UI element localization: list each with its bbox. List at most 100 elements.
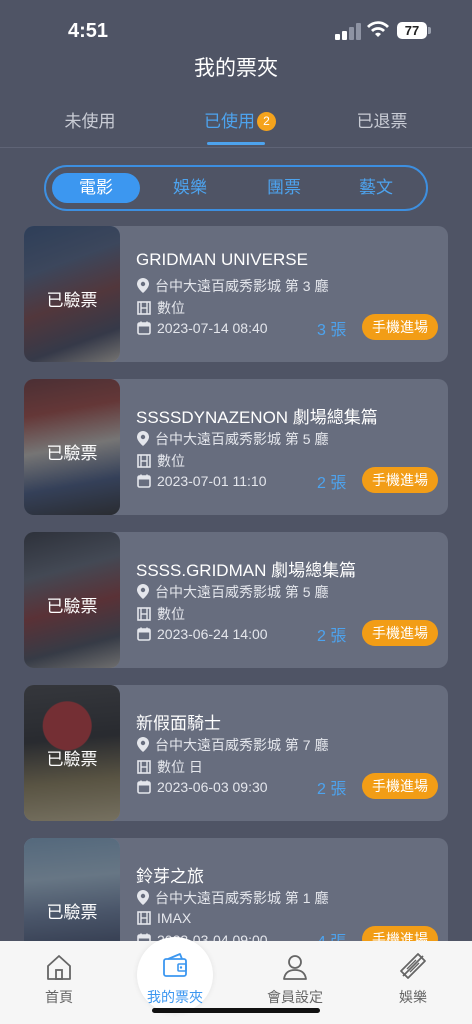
mobile-entry-button[interactable]: 手機進場 — [362, 926, 438, 941]
wifi-icon — [367, 21, 389, 37]
home-icon — [47, 955, 71, 980]
datetime-row: 2023-07-14 08:40 — [137, 320, 268, 336]
venue-text: 台中大遠百威秀影城 第 1 廳 — [155, 890, 329, 906]
venue-row: 台中大遠百威秀影城 第 7 廳 — [137, 735, 328, 755]
calendar-icon — [137, 627, 151, 641]
category-entertainment[interactable]: 娛樂 — [146, 173, 234, 203]
verified-label: 已驗票 — [46, 291, 98, 310]
venue-text: 台中大遠百威秀影城 第 5 廳 — [155, 584, 329, 600]
movie-title: 新假面騎士 — [136, 714, 221, 733]
nav-ticket-wallet[interactable]: 我的票夾 — [130, 949, 220, 1007]
nav-label: 我的票夾 — [147, 989, 203, 1005]
home-indicator — [152, 1008, 320, 1013]
cellular-signal-icon — [335, 22, 361, 40]
battery-indicator: 77 — [397, 22, 427, 39]
datetime-row: 2023-06-03 09:30 — [137, 779, 268, 795]
format-text: 數位 — [157, 453, 185, 469]
datetime-text: 2023-06-24 14:00 — [157, 626, 268, 642]
category-segmented-control: 電影 娛樂 團票 藝文 — [44, 165, 428, 211]
ticket-count: 2 張 — [317, 628, 347, 645]
film-icon — [137, 454, 151, 468]
datetime-row: 2023-07-01 11:10 — [137, 473, 267, 489]
entertainment-icon — [400, 953, 426, 979]
format-text: 數位 — [157, 606, 185, 622]
ticket-count: 2 張 — [317, 781, 347, 798]
ticket-status-tabs: 未使用 已使用 2 已退票 — [0, 108, 472, 148]
location-pin-icon — [137, 890, 149, 905]
location-pin-icon — [137, 278, 149, 293]
category-group-ticket[interactable]: 團票 — [240, 173, 328, 203]
ticket-wallet-icon — [163, 953, 187, 977]
mobile-entry-button[interactable]: 手機進場 — [362, 773, 438, 799]
divider — [0, 147, 472, 148]
venue-text: 台中大遠百威秀影城 第 5 廳 — [155, 431, 329, 447]
ticket-card[interactable]: 已驗票 鈴芽之旅 台中大遠百威秀影城 第 1 廳 IMAX 2023-03-04… — [24, 838, 448, 941]
movie-poster: 已驗票 — [24, 838, 120, 941]
venue-row: 台中大遠百威秀影城 第 3 廳 — [137, 276, 328, 296]
ticket-card[interactable]: 已驗票 SSSSDYNAZENON 劇場總集篇 台中大遠百威秀影城 第 5 廳 … — [24, 379, 448, 515]
ticket-count: 2 張 — [317, 475, 347, 492]
location-pin-icon — [137, 431, 149, 446]
ticket-card[interactable]: 已驗票 新假面騎士 台中大遠百威秀影城 第 7 廳 數位 日 2023-06-0… — [24, 685, 448, 821]
format-row: 數位 — [137, 451, 185, 471]
ticket-card[interactable]: 已驗票 GRIDMAN UNIVERSE 台中大遠百威秀影城 第 3 廳 數位 … — [24, 226, 448, 362]
venue-text: 台中大遠百威秀影城 第 7 廳 — [155, 737, 329, 753]
verified-label: 已驗票 — [46, 903, 98, 922]
movie-title: GRIDMAN UNIVERSE — [136, 250, 308, 269]
location-pin-icon — [137, 584, 149, 599]
tab-refunded[interactable]: 已退票 — [342, 108, 422, 148]
datetime-text: 2023-07-14 08:40 — [157, 320, 268, 336]
ticket-count: 3 張 — [317, 322, 347, 339]
nav-label: 娛樂 — [399, 989, 427, 1005]
calendar-icon — [137, 321, 151, 335]
movie-poster: 已驗票 — [24, 379, 120, 515]
venue-row: 台中大遠百威秀影城 第 5 廳 — [137, 582, 328, 602]
nav-label: 首頁 — [45, 989, 73, 1005]
movie-poster: 已驗票 — [24, 226, 120, 362]
datetime-text: 2023-07-01 11:10 — [157, 473, 267, 489]
category-movie[interactable]: 電影 — [52, 173, 140, 203]
movie-title: SSSSDYNAZENON 劇場總集篇 — [136, 408, 378, 427]
datetime-text: 2023-06-03 09:30 — [157, 779, 268, 795]
datetime-row: 2023-03-04 09:00 — [137, 932, 268, 941]
nav-label: 會員設定 — [267, 989, 323, 1005]
mobile-entry-button[interactable]: 手機進場 — [362, 314, 438, 340]
calendar-icon — [137, 780, 151, 794]
category-arts[interactable]: 藝文 — [332, 173, 420, 203]
film-icon — [137, 911, 151, 925]
venue-row: 台中大遠百威秀影城 第 1 廳 — [137, 888, 328, 908]
mobile-entry-button[interactable]: 手機進場 — [362, 467, 438, 493]
nav-entertainment[interactable]: 娛樂 — [368, 949, 458, 1007]
venue-row: 台中大遠百威秀影城 第 5 廳 — [137, 429, 328, 449]
format-row: 數位 日 — [137, 757, 203, 777]
active-tab-underline — [207, 142, 265, 145]
status-bar: 4:51 77 — [0, 0, 472, 56]
mobile-entry-button[interactable]: 手機進場 — [362, 620, 438, 646]
verified-label: 已驗票 — [46, 597, 98, 616]
tab-count-badge: 2 — [257, 112, 276, 131]
nav-member-settings[interactable]: 會員設定 — [250, 949, 340, 1007]
movie-poster: 已驗票 — [24, 532, 120, 668]
page-title: 我的票夾 — [194, 57, 278, 80]
film-icon — [137, 301, 151, 315]
film-icon — [137, 760, 151, 774]
location-pin-icon — [137, 737, 149, 752]
status-time: 4:51 — [68, 20, 109, 42]
tab-label: 未使用 — [64, 112, 116, 131]
tab-unused[interactable]: 未使用 — [50, 108, 130, 148]
nav-home[interactable]: 首頁 — [14, 949, 104, 1007]
ticket-count: 4 張 — [317, 928, 346, 941]
movie-title: SSSS.GRIDMAN 劇場總集篇 — [136, 561, 357, 580]
movie-title: 鈴芽之旅 — [136, 867, 204, 886]
format-row: 數位 — [137, 298, 185, 318]
ticket-card[interactable]: 已驗票 SSSS.GRIDMAN 劇場總集篇 台中大遠百威秀影城 第 5 廳 數… — [24, 532, 448, 668]
verified-label: 已驗票 — [46, 750, 98, 769]
movie-poster: 已驗票 — [24, 685, 120, 821]
ticket-list[interactable]: 已驗票 GRIDMAN UNIVERSE 台中大遠百威秀影城 第 3 廳 數位 … — [24, 226, 448, 941]
user-icon — [283, 955, 307, 980]
tab-label: 已退票 — [356, 112, 408, 131]
format-text: 數位 — [157, 300, 185, 316]
format-row: 數位 — [137, 604, 185, 624]
format-row: IMAX — [137, 910, 191, 926]
tab-label: 已使用 — [204, 112, 255, 131]
